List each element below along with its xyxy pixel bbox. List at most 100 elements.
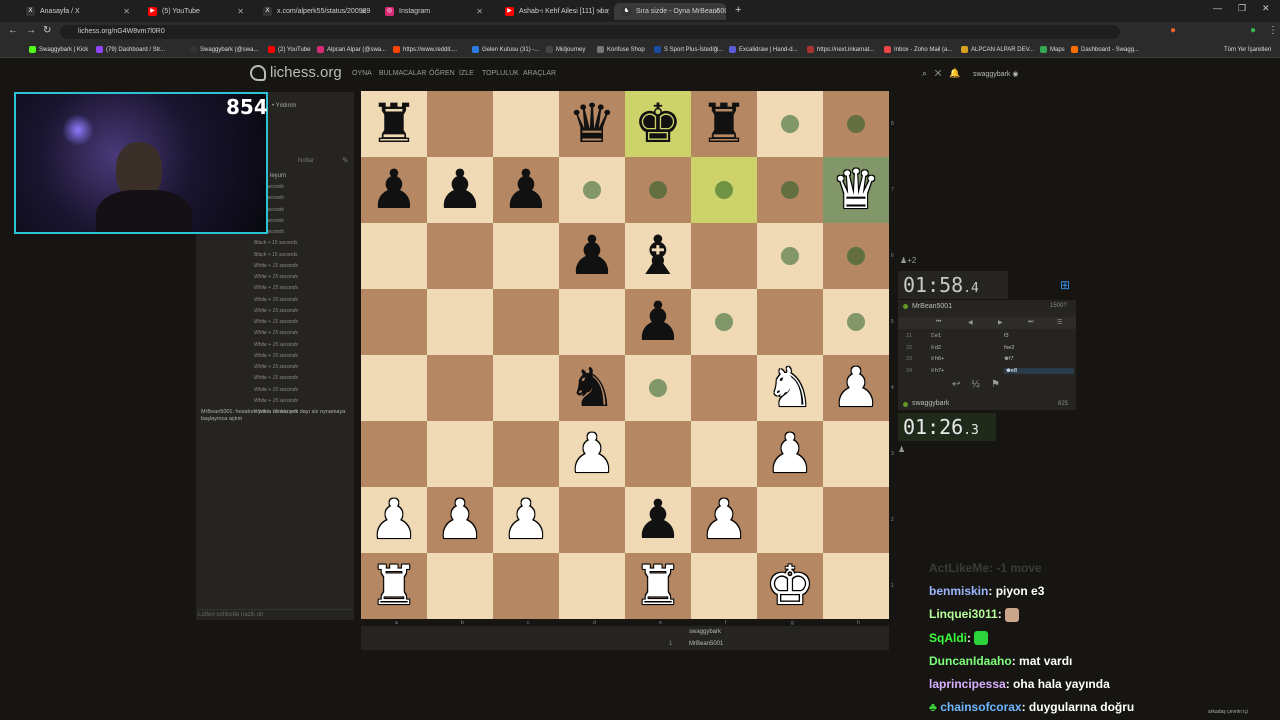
extension-icon[interactable]: ● [1170, 25, 1176, 36]
square-d6[interactable]: ♟ [559, 223, 625, 289]
move-black[interactable]: fxe2 [1004, 345, 1014, 351]
move-black[interactable]: f3 [1004, 333, 1009, 339]
tab-close-icon[interactable]: ✕ [476, 3, 483, 20]
move-white[interactable]: ♕d2 [930, 345, 941, 351]
square-g6[interactable] [757, 223, 823, 289]
black-pawn-icon[interactable]: ♟ [370, 163, 418, 217]
square-e5[interactable]: ♟ [625, 289, 691, 355]
back-icon[interactable]: ← [8, 25, 18, 36]
square-a5[interactable] [361, 289, 427, 355]
move-white[interactable]: ♖e1 [930, 333, 941, 339]
notification-bell-icon[interactable]: 🔔 [949, 68, 960, 78]
square-f2[interactable]: ♟ [691, 487, 757, 553]
square-f5[interactable] [691, 289, 757, 355]
square-d1[interactable] [559, 553, 625, 619]
browser-tab[interactable]: ◎ Instagram ✕ [377, 3, 489, 20]
nav-item[interactable]: ARAÇLAR [523, 70, 556, 77]
nav-item[interactable]: İZLE [459, 70, 474, 77]
browser-tab[interactable]: ♞ Sıra sizde - Oyna MrBean5001 ✕ [614, 3, 726, 20]
nav-item[interactable]: OYNA [352, 70, 372, 77]
white-rook-icon[interactable]: ♜ [634, 559, 682, 613]
move-hint-dot[interactable] [649, 379, 667, 397]
square-g7[interactable] [757, 157, 823, 223]
bookmark-item[interactable]: Swaggybark | Kick [29, 44, 88, 56]
black-pawn-icon[interactable]: ♟ [634, 493, 682, 547]
nav-item[interactable]: BULMACALAR [379, 70, 426, 77]
square-f1[interactable] [691, 553, 757, 619]
white-pawn-icon[interactable]: ♟ [700, 493, 748, 547]
white-knight-icon[interactable]: ♞ [766, 361, 814, 415]
square-c1[interactable] [493, 553, 559, 619]
square-a2[interactable]: ♟ [361, 487, 427, 553]
black-knight-icon[interactable]: ♞ [568, 361, 616, 415]
square-h4[interactable]: ♟ [823, 355, 889, 421]
profile-icon[interactable]: ● [1250, 25, 1256, 36]
square-c5[interactable] [493, 289, 559, 355]
square-h7[interactable]: ♛ [823, 157, 889, 223]
minimize-icon[interactable]: — [1213, 3, 1222, 13]
close-window-icon[interactable]: ✕ [1262, 3, 1270, 14]
menu-icon[interactable]: ⋮ [1268, 25, 1278, 36]
white-pawn-icon[interactable]: ♟ [502, 493, 550, 547]
square-a1[interactable]: ♜ [361, 553, 427, 619]
search-icon[interactable]: ⌕ [922, 68, 927, 78]
white-king-icon[interactable]: ♚ [766, 559, 814, 613]
square-h6[interactable] [823, 223, 889, 289]
url-input[interactable]: lichess.org/nG4W8vm7l0R0 [60, 25, 1120, 39]
tab-close-icon[interactable]: ✕ [123, 3, 130, 20]
square-g2[interactable] [757, 487, 823, 553]
square-b5[interactable] [427, 289, 493, 355]
move-black[interactable]: ♚f7 [1004, 356, 1014, 362]
square-f3[interactable] [691, 421, 757, 487]
square-g3[interactable]: ♟ [757, 421, 823, 487]
last-move-icon[interactable]: ⏭ [1028, 319, 1033, 326]
browser-tab[interactable]: ▶ Ashab-ı Kehf Ailesi [111] - bayi ✕ [497, 3, 609, 20]
move-hint-dot[interactable] [715, 313, 733, 331]
move-black[interactable]: ♚e8 [1004, 367, 1074, 374]
white-pawn-icon[interactable]: ♟ [370, 493, 418, 547]
black-pawn-icon[interactable]: ♟ [568, 229, 616, 283]
square-a3[interactable] [361, 421, 427, 487]
square-f6[interactable] [691, 223, 757, 289]
square-d8[interactable]: ♛ [559, 91, 625, 157]
lichess-logo[interactable]: lichess.org [250, 64, 342, 82]
square-e3[interactable] [625, 421, 691, 487]
square-e2[interactable]: ♟ [625, 487, 691, 553]
first-move-icon[interactable]: ⏮ [936, 319, 941, 326]
square-h5[interactable] [823, 289, 889, 355]
browser-tab[interactable]: ▶ (5) YouTube ✕ [140, 3, 250, 20]
reload-icon[interactable]: ↻ [43, 25, 51, 36]
move-hint-dot[interactable] [781, 115, 799, 133]
bookmark-item[interactable]: Swaggybark (@swa... [190, 44, 258, 56]
move-hint-dot[interactable] [847, 115, 865, 133]
move-hint-dot[interactable] [847, 247, 865, 265]
close-icon[interactable]: ✕ [935, 68, 942, 78]
move-hint-dot[interactable] [847, 313, 865, 331]
square-c4[interactable] [493, 355, 559, 421]
tab-close-icon[interactable]: ✕ [237, 3, 244, 20]
square-a7[interactable]: ♟ [361, 157, 427, 223]
chess-board[interactable]: ♜ ♛ ♚ ♜ ♟ ♟ ♟ ♛ ♟ ♝ ♟ ♞ ♞ ♟ ♟ ♟ ♟ ♟ ♟ ♟ ♟ ♜ ♜ ♚ [361, 91, 889, 619]
browser-tab[interactable]: Xx.com/alperk55/status/200989 ✕ [255, 3, 373, 20]
black-king-icon[interactable]: ♚ [634, 97, 682, 151]
prev-move-icon[interactable]: ◀ [968, 319, 973, 326]
move-hint-dot[interactable] [649, 181, 667, 199]
square-b2[interactable]: ♟ [427, 487, 493, 553]
browser-tab[interactable]: X Anasayfa / X ✕ [18, 3, 136, 20]
next-move-icon[interactable]: ▶ [998, 319, 1003, 326]
square-g4[interactable]: ♞ [757, 355, 823, 421]
square-e1[interactable]: ♜ [625, 553, 691, 619]
move-hint-dot[interactable] [715, 181, 733, 199]
black-pawn-icon[interactable]: ♟ [502, 163, 550, 217]
bookmark-item[interactable]: Alpcan Alpar (@swa... [317, 44, 386, 56]
new-tab-button[interactable]: + [735, 4, 741, 16]
chat-input[interactable]: Lütfen sohbette nazik olt [198, 609, 352, 619]
square-b8[interactable] [427, 91, 493, 157]
square-h1[interactable] [823, 553, 889, 619]
bookmark-item[interactable]: Inbox - Zoho Mail (a... [884, 44, 952, 56]
square-a6[interactable] [361, 223, 427, 289]
my-name[interactable]: swaggybark [912, 400, 949, 407]
square-g5[interactable] [757, 289, 823, 355]
square-e8[interactable]: ♚ [625, 91, 691, 157]
square-d2[interactable] [559, 487, 625, 553]
